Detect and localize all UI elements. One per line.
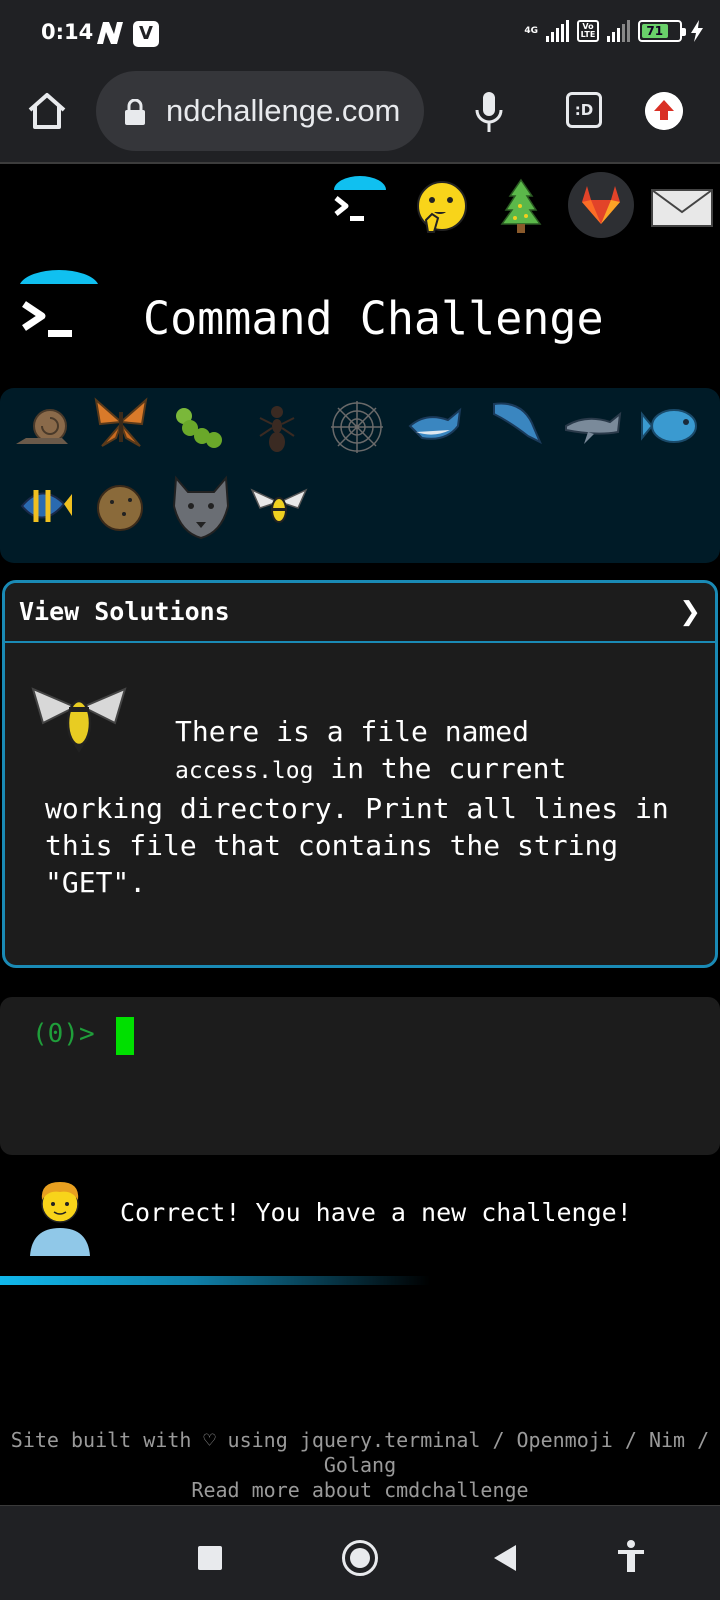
person-avatar-icon [30,1182,90,1256]
signal-icon-2 [607,20,630,42]
update-icon[interactable] [645,92,683,130]
dolphin-leaping-icon[interactable] [484,392,546,454]
tab-switcher-button[interactable]: :D [566,92,602,128]
view-solutions-toggle[interactable]: View Solutions ❯ [5,583,715,643]
system-nav-bar [0,1505,720,1600]
challenge-card: View Solutions ❯ There is a file named a… [2,580,718,968]
ant-icon[interactable] [246,396,308,458]
status-bar: 0:14 V 4G Vo LTE 71 [0,0,720,68]
fish-icon[interactable] [640,396,702,458]
filename-code: access.log [175,758,314,784]
wolf-icon[interactable] [166,472,236,542]
lock-icon [125,99,145,125]
signal-icon [546,20,569,42]
mail-icon[interactable] [648,170,716,242]
snail-icon[interactable] [12,396,74,458]
site-logo-icon [20,269,98,337]
result-message: Correct! You have a new challenge! [120,1198,632,1227]
home-button[interactable] [342,1540,378,1576]
mic-icon[interactable] [470,90,508,134]
gitlab-button[interactable] [568,172,634,238]
footer-credits[interactable]: Site built with ♡ using jquery.terminal … [0,1428,720,1478]
creature-progress-panel [0,388,720,563]
status-indicators: 4G Vo LTE 71 [524,20,704,42]
battery-level: 71 [642,24,668,38]
charging-icon [691,20,703,42]
back-button[interactable] [494,1545,516,1571]
n-app-icon [97,22,123,44]
recents-button[interactable] [198,1546,222,1570]
terminal-umbrella-icon[interactable] [330,170,390,242]
read-more-link[interactable]: Read more about cmdchallenge [0,1478,720,1503]
browser-toolbar: ndchallenge.com :D [0,68,720,164]
home-icon[interactable] [26,90,68,132]
spider-web-icon[interactable] [326,396,388,458]
challenge-description: There is a file named access.log in the … [45,715,669,899]
address-bar[interactable]: ndchallenge.com [96,71,424,151]
terminal[interactable]: (0)> [0,997,720,1155]
page-title: Command Challenge [143,292,604,345]
christmas-tree-icon[interactable] [496,170,546,242]
progress-bar [0,1276,430,1285]
butterfly-icon[interactable] [90,392,152,454]
gitlab-icon [582,186,620,224]
volte-icon: Vo LTE [577,20,599,42]
view-solutions-label: View Solutions [19,597,230,626]
tropical-fish-icon[interactable] [12,476,74,538]
url-text: ndchallenge.com [166,93,401,128]
blowfish-icon[interactable] [90,476,152,538]
v-app-icon: V [133,21,159,47]
status-time: 0:14 [41,20,94,44]
terminal-cursor[interactable] [116,1017,134,1055]
caterpillar-icon[interactable] [168,396,230,458]
accessibility-icon[interactable] [616,1540,646,1574]
footer: Site built with ♡ using jquery.terminal … [0,1428,720,1503]
battery-icon: 71 [638,20,686,42]
chevron-right-icon: ❯ [679,597,701,627]
dolphin-icon[interactable] [562,396,624,458]
honeybee-icon[interactable] [248,478,310,540]
terminal-prompt: (0)> [32,1019,95,1049]
shushing-face-icon[interactable] [412,170,472,242]
network-type: 4G [524,25,538,36]
whale-icon[interactable] [406,392,468,454]
